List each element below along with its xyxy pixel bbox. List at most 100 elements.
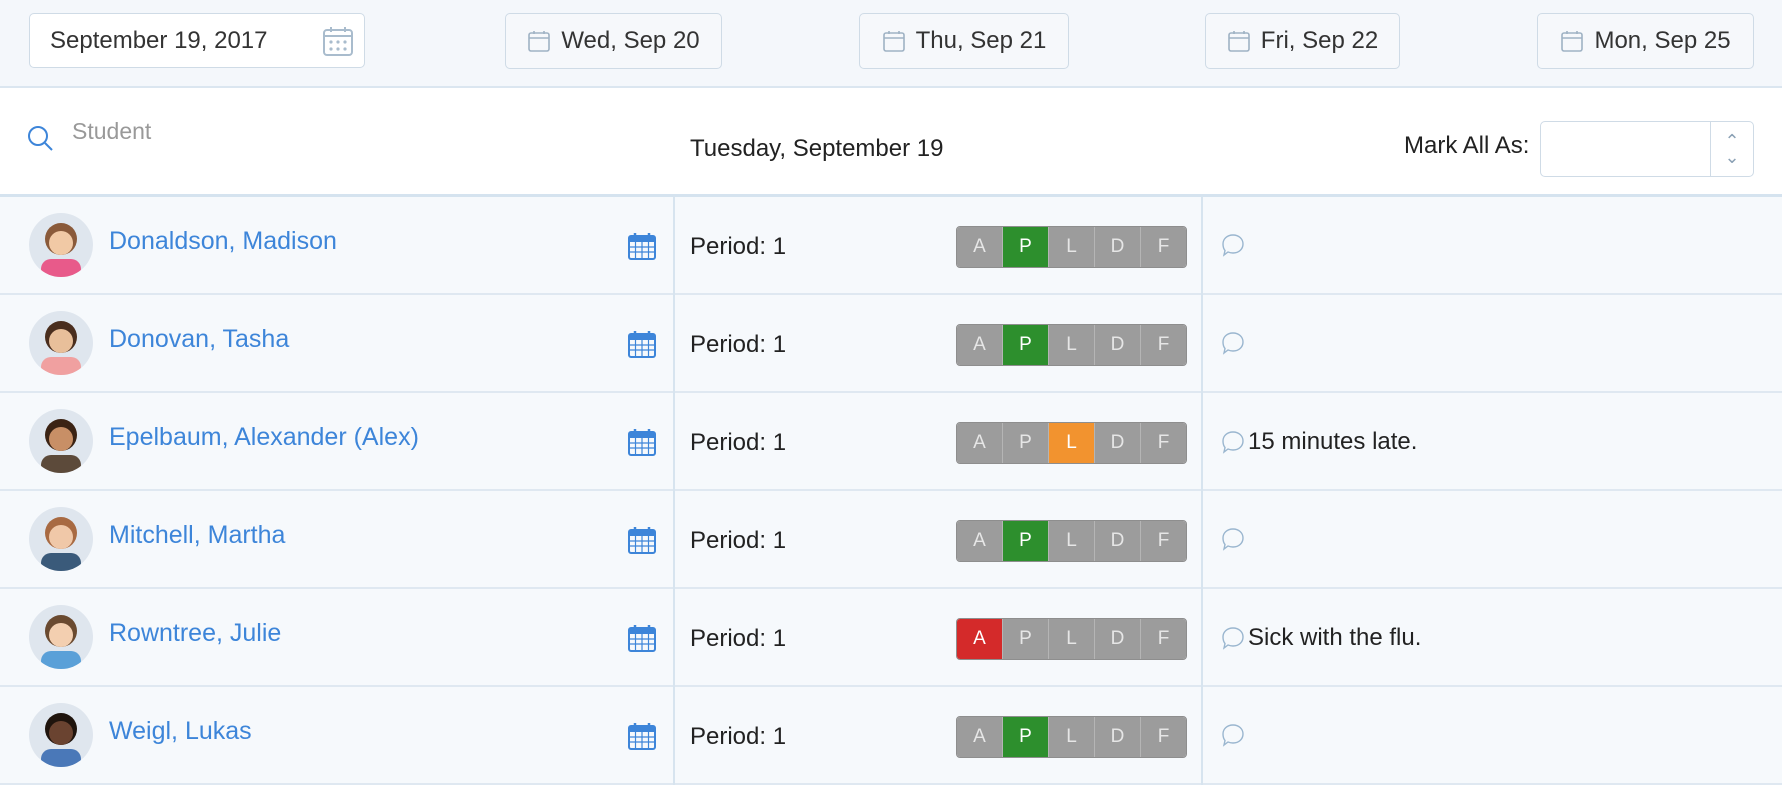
column-divider (1201, 197, 1203, 295)
attendance-code-p[interactable]: P (1003, 227, 1049, 267)
attendance-code-a[interactable]: A (957, 717, 1003, 757)
mark-all-select[interactable]: ⌃ ⌄ (1540, 121, 1754, 177)
calendar-icon (1227, 31, 1250, 52)
column-divider (1201, 589, 1203, 687)
period-label: Period: 1 (690, 625, 787, 652)
attendance-code-l[interactable]: L (1049, 325, 1095, 365)
attendance-code-group[interactable]: APLDF (956, 422, 1187, 464)
day-button-fri-sep-22[interactable]: Fri, Sep 22 (1205, 13, 1400, 69)
avatar (29, 605, 93, 669)
attendance-code-d[interactable]: D (1095, 521, 1141, 561)
student-list: Donaldson, Madison Period: 1 APLDF Donov… (0, 197, 1782, 785)
calendar-icon[interactable] (627, 525, 657, 555)
attendance-code-l[interactable]: L (1049, 717, 1095, 757)
attendance-code-a[interactable]: A (957, 227, 1003, 267)
attendance-code-f[interactable]: F (1141, 717, 1186, 757)
day-button-mon-sep-25[interactable]: Mon, Sep 25 (1537, 13, 1754, 69)
attendance-code-d[interactable]: D (1095, 717, 1141, 757)
attendance-code-f[interactable]: F (1141, 521, 1186, 561)
attendance-code-l[interactable]: L (1049, 227, 1095, 267)
selected-date-value: September 19, 2017 (50, 26, 268, 54)
comment-icon[interactable] (1220, 429, 1246, 455)
attendance-code-group[interactable]: APLDF (956, 324, 1187, 366)
comment-cell[interactable] (1220, 330, 1248, 356)
comment-icon[interactable] (1220, 625, 1246, 651)
calendar-icon[interactable] (627, 623, 657, 653)
attendance-code-group[interactable]: APLDF (956, 618, 1187, 660)
attendance-code-l[interactable]: L (1049, 619, 1095, 659)
table-row: Donovan, Tasha Period: 1 APLDF (0, 295, 1782, 393)
attendance-code-group[interactable]: APLDF (956, 226, 1187, 268)
attendance-code-l[interactable]: L (1049, 521, 1095, 561)
date-picker-input[interactable]: September 19, 2017 (29, 13, 365, 68)
attendance-code-f[interactable]: F (1141, 325, 1186, 365)
day-button-thu-sep-21[interactable]: Thu, Sep 21 (859, 13, 1069, 69)
attendance-code-f[interactable]: F (1141, 227, 1186, 267)
calendar-icon[interactable] (322, 25, 354, 57)
search-icon (28, 126, 53, 151)
table-row: Epelbaum, Alexander (Alex) Period: 1 APL… (0, 393, 1782, 491)
calendar-icon[interactable] (627, 231, 657, 261)
attendance-code-p[interactable]: P (1003, 423, 1049, 463)
period-label: Period: 1 (690, 527, 787, 554)
student-name-link[interactable]: Mitchell, Martha (109, 521, 285, 550)
attendance-code-d[interactable]: D (1095, 619, 1141, 659)
student-name-link[interactable]: Donovan, Tasha (109, 325, 289, 354)
attendance-code-p[interactable]: P (1003, 717, 1049, 757)
select-arrows[interactable]: ⌃ ⌄ (1710, 122, 1753, 176)
comment-icon[interactable] (1220, 526, 1246, 552)
attendance-code-l[interactable]: L (1049, 423, 1095, 463)
comment-cell[interactable]: 15 minutes late. (1220, 428, 1417, 456)
day-button-wed-sep-20[interactable]: Wed, Sep 20 (505, 13, 722, 69)
comment-cell[interactable] (1220, 526, 1248, 552)
calendar-icon (528, 31, 551, 52)
attendance-code-a[interactable]: A (957, 619, 1003, 659)
comment-cell[interactable] (1220, 232, 1248, 258)
search-input[interactable]: Student (72, 118, 151, 145)
column-divider (673, 197, 675, 295)
attendance-code-d[interactable]: D (1095, 325, 1141, 365)
period-label: Period: 1 (690, 723, 787, 750)
column-divider (1201, 393, 1203, 491)
day-button-label: Wed, Sep 20 (561, 27, 700, 54)
avatar (29, 703, 93, 767)
attendance-code-d[interactable]: D (1095, 227, 1141, 267)
calendar-icon (1561, 31, 1584, 52)
student-name-link[interactable]: Rowntree, Julie (109, 619, 281, 648)
column-divider (673, 295, 675, 393)
comment-icon[interactable] (1220, 722, 1246, 748)
calendar-icon[interactable] (627, 427, 657, 457)
attendance-code-f[interactable]: F (1141, 619, 1186, 659)
avatar (29, 213, 93, 277)
column-divider (1201, 687, 1203, 785)
attendance-code-group[interactable]: APLDF (956, 520, 1187, 562)
attendance-code-a[interactable]: A (957, 325, 1003, 365)
column-divider (673, 687, 675, 785)
attendance-code-p[interactable]: P (1003, 325, 1049, 365)
comment-cell[interactable] (1220, 722, 1248, 748)
day-button-label: Fri, Sep 22 (1260, 27, 1379, 54)
calendar-icon[interactable] (627, 721, 657, 751)
attendance-code-d[interactable]: D (1095, 423, 1141, 463)
table-row: Weigl, Lukas Period: 1 APLDF (0, 687, 1782, 785)
comment-cell[interactable]: Sick with the flu. (1220, 624, 1421, 652)
calendar-icon[interactable] (627, 329, 657, 359)
attendance-code-f[interactable]: F (1141, 423, 1186, 463)
student-name-link[interactable]: Donaldson, Madison (109, 227, 337, 256)
column-divider (673, 393, 675, 491)
calendar-icon (882, 31, 905, 52)
student-name-link[interactable]: Weigl, Lukas (109, 717, 252, 746)
table-row: Rowntree, Julie Period: 1 APLDF Sick wit (0, 589, 1782, 687)
attendance-code-a[interactable]: A (957, 521, 1003, 561)
attendance-code-p[interactable]: P (1003, 521, 1049, 561)
attendance-code-a[interactable]: A (957, 423, 1003, 463)
attendance-code-p[interactable]: P (1003, 619, 1049, 659)
column-divider (673, 491, 675, 589)
student-name-link[interactable]: Epelbaum, Alexander (Alex) (109, 423, 419, 452)
avatar (29, 507, 93, 571)
comment-icon[interactable] (1220, 232, 1246, 258)
comment-icon[interactable] (1220, 330, 1246, 356)
attendance-code-group[interactable]: APLDF (956, 716, 1187, 758)
column-divider (1201, 491, 1203, 589)
student-search[interactable]: Student (26, 118, 151, 152)
